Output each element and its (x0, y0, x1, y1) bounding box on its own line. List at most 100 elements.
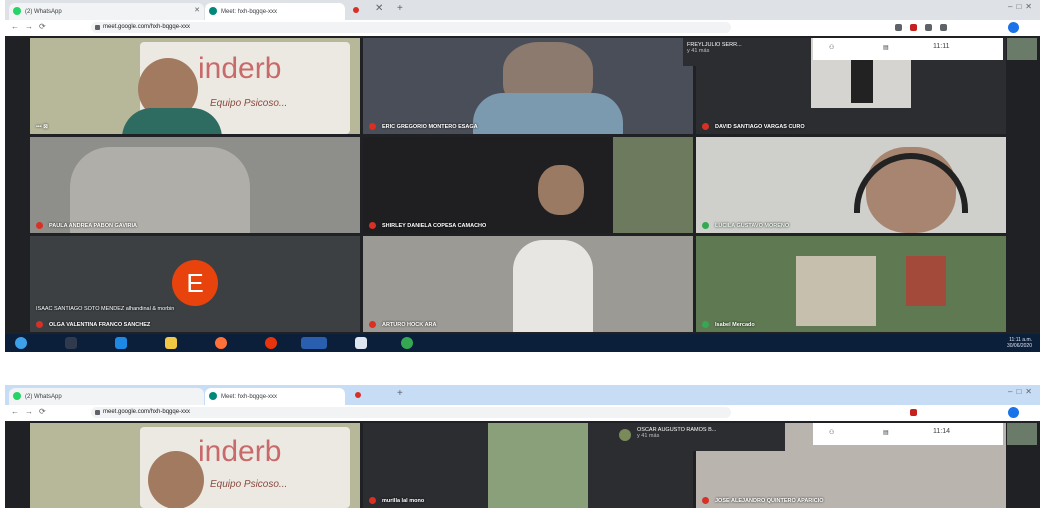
new-tab-button[interactable]: + (397, 388, 403, 399)
window-controls[interactable]: –□✕ (1008, 2, 1036, 11)
extension-icon[interactable] (925, 24, 932, 31)
back-icon[interactable]: ← (11, 407, 19, 416)
participant-name: murilla lal mono (369, 497, 424, 504)
url-text: meet.google.com/hxh-bqgqe-xxx (103, 409, 191, 415)
windows-taskbar: 11:11 a.m. 30/06/2020 (5, 334, 1040, 352)
extension-icon[interactable] (910, 409, 917, 416)
url-text: meet.google.com/hxh-bqgqe-xxx (103, 24, 191, 30)
banner-text: Equipo Psicoso... (210, 98, 288, 109)
tab-meet[interactable]: Meet: hxh-bqgqe-xxx (205, 388, 345, 405)
caption-text: ISAAC SANTIAGO SOTO MENDEZ alhandinal & … (36, 306, 175, 312)
participant-tile[interactable]: SHIRLEY DANIELA COPESA CAMACHO (363, 137, 693, 233)
meet-toolbar: ⚇ ▤ 11:14 (813, 423, 1003, 445)
mic-on-icon (702, 222, 709, 229)
person-face (538, 165, 584, 215)
meet-screenshot-1: (2) WhatsApp ✕ Meet: hxh-bqgqe-xxx ✕ + –… (5, 0, 1040, 352)
participant-tile[interactable]: PAULA ANDREA PABON GAVIRIA (30, 137, 360, 233)
mic-off-icon (369, 123, 376, 130)
notepad-icon[interactable] (355, 337, 367, 349)
mic-off-icon (369, 497, 376, 504)
new-tab-button[interactable]: + (397, 3, 403, 14)
meet-screenshot-2: (2) WhatsApp Meet: hxh-bqgqe-xxx + –□✕ ←… (5, 385, 1040, 508)
edge-icon[interactable] (115, 337, 127, 349)
mic-off-icon (369, 222, 376, 229)
window-controls[interactable]: –□✕ (1008, 387, 1036, 396)
video-feed (613, 137, 693, 233)
download-icon[interactable] (940, 24, 947, 31)
clock-text: 11:11 (933, 43, 950, 50)
tab-label: (2) WhatsApp (25, 8, 62, 15)
participant-tile[interactable]: E ISAAC SANTIAGO SOTO MENDEZ alhandinal … (30, 236, 360, 332)
mic-off-icon (702, 123, 709, 130)
url-input[interactable]: meet.google.com/hxh-bqgqe-xxx (91, 407, 731, 418)
meet-grid: inderb Equipo Psicoso... ••• ⊠ ERIC GREG… (5, 36, 1040, 334)
opera-icon[interactable] (265, 337, 277, 349)
media-icon[interactable] (65, 337, 77, 349)
participant-name: OLGA VALENTINA FRANCO SANCHEZ (36, 321, 150, 328)
video-feed (796, 256, 876, 326)
presenter-sub: y 41 más (637, 433, 660, 439)
meet-grid: inderb Equipo Psicoso... murilla lal mon… (5, 421, 1040, 508)
avatar: E (172, 260, 218, 306)
forward-icon[interactable]: → (25, 407, 33, 416)
profile-avatar[interactable] (1008, 22, 1019, 33)
app-icon[interactable] (301, 337, 327, 349)
mic-off-icon (369, 321, 376, 328)
tab-label: Meet: hxh-bqgqe-xxx (221, 8, 278, 15)
headphones-icon (854, 153, 968, 213)
firefox-icon[interactable] (215, 337, 227, 349)
participant-name: LUCILA GUSTAVO MORENO (702, 222, 789, 229)
profile-avatar[interactable] (1008, 407, 1019, 418)
chat-icon[interactable]: ▤ (883, 44, 889, 51)
self-view[interactable] (1007, 38, 1037, 60)
url-input[interactable]: meet.google.com/hxh-bqgqe-xxx (91, 22, 731, 33)
people-icon[interactable]: ⚇ (829, 44, 834, 51)
extension-icon[interactable] (910, 24, 917, 31)
self-view[interactable] (1007, 423, 1037, 445)
chat-icon[interactable]: ▤ (883, 429, 889, 436)
reload-icon[interactable]: ⟳ (39, 22, 46, 31)
participant-tile[interactable]: inderb Equipo Psicoso... (30, 423, 360, 508)
whatsapp-icon (13, 7, 21, 15)
forward-icon[interactable]: → (25, 22, 33, 31)
person-body (122, 108, 222, 134)
lock-icon (95, 25, 100, 30)
presenter-chip[interactable]: FREYLJULIO SERR... y 41 más (683, 38, 803, 66)
participant-tile[interactable]: ARTURO HOCK ARA (363, 236, 693, 332)
browser-tab-bar: (2) WhatsApp Meet: hxh-bqgqe-xxx + –□✕ (5, 385, 1040, 405)
start-icon[interactable] (15, 337, 27, 349)
lock-icon (95, 410, 100, 415)
back-icon[interactable]: ← (11, 22, 19, 31)
close-tab-icon[interactable]: ✕ (375, 3, 383, 14)
video-feed (488, 423, 588, 508)
participant-name: PAULA ANDREA PABON GAVIRIA (36, 222, 137, 229)
system-tray[interactable]: 11:11 a.m. 30/06/2020 (1007, 337, 1032, 349)
participant-tile[interactable]: inderb Equipo Psicoso... ••• ⊠ (30, 38, 360, 134)
participant-menu-icon[interactable]: ••• ⊠ (36, 124, 48, 130)
video-feed (906, 256, 946, 306)
person-face (148, 451, 204, 508)
chrome-icon[interactable] (401, 337, 413, 349)
tab-label: (2) WhatsApp (25, 393, 62, 400)
mic-off-icon (702, 497, 709, 504)
participant-tile[interactable]: ERIC GREGORIO MONTERO ESAGA (363, 38, 693, 134)
tab-whatsapp[interactable]: (2) WhatsApp (9, 388, 204, 405)
meet-icon (209, 7, 217, 15)
video-feed (70, 147, 250, 233)
participant-tile[interactable]: LUCILA GUSTAVO MORENO (696, 137, 1006, 233)
participant-name: ERIC GREGORIO MONTERO ESAGA (369, 123, 478, 130)
reload-icon[interactable]: ⟳ (39, 407, 46, 416)
tab-meet[interactable]: Meet: hxh-bqgqe-xxx (205, 3, 345, 20)
avatar (619, 429, 631, 441)
people-icon[interactable]: ⚇ (829, 429, 834, 436)
folder-icon[interactable] (165, 337, 177, 349)
presenter-sub: y 41 más (687, 48, 710, 54)
extension-icon[interactable] (895, 24, 902, 31)
participant-tile[interactable]: Isabel Mercado (696, 236, 1006, 332)
logo-text: inderb (198, 52, 282, 85)
tab-whatsapp[interactable]: (2) WhatsApp ✕ (9, 3, 204, 20)
presenter-chip[interactable]: OSCAR AUGUSTO RAMOS B... y 41 más (615, 423, 785, 451)
clock-text: 11:14 (933, 428, 950, 435)
person-body (513, 240, 593, 332)
close-tab-icon[interactable]: ✕ (194, 6, 200, 14)
